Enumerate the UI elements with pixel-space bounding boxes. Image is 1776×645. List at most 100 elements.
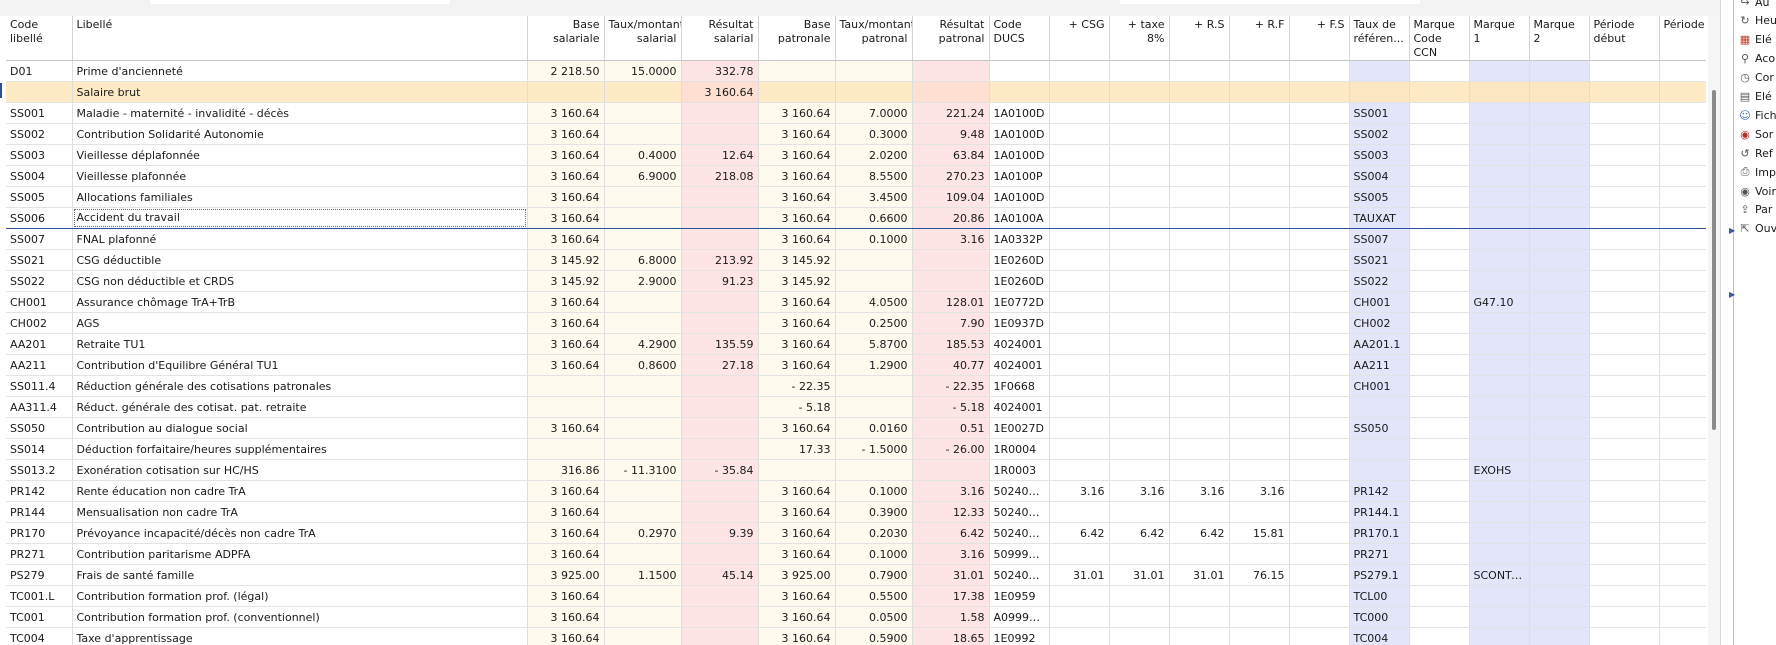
cell-periode-debut[interactable] [1589,207,1660,229]
cell-res-pat[interactable]: 221.24 [912,102,990,124]
cell-res-sal[interactable] [681,396,759,418]
cell-code[interactable]: SS050 [6,417,73,439]
cell-rf[interactable] [1229,186,1290,208]
cell-rs[interactable] [1169,438,1230,460]
cell-marque1[interactable]: SCONTC... [1469,564,1530,586]
cell-taux-sal[interactable]: 6.9000 [604,165,682,187]
side-menu-item[interactable]: ▦ Elé [1738,31,1776,49]
cell-ducs[interactable] [989,81,1050,103]
cell-csg[interactable]: 31.01 [1049,564,1110,586]
cell-taux-sal[interactable] [604,585,682,607]
table-row[interactable]: D01 Prime d'ancienneté 2 218.50 15.0000 332.… [6,60,1706,82]
cell-csg[interactable] [1049,459,1110,481]
cell-taux-ref[interactable]: TCL00 [1349,585,1410,607]
cell-base-sal[interactable]: 3 160.64 [527,585,605,607]
cell-taux-sal[interactable]: 4.2900 [604,333,682,355]
cell-marque-ccn[interactable] [1409,228,1470,250]
cell-rf[interactable] [1229,249,1290,271]
cell-fs[interactable] [1289,480,1350,502]
cell-marque-ccn[interactable] [1409,606,1470,628]
cell-periode-debut[interactable] [1589,144,1660,166]
cell-taux-ref[interactable]: TC004 [1349,627,1410,645]
cell-taux-ref[interactable]: SS022 [1349,270,1410,292]
column-header-marque-ccn[interactable]: Marque Code CCN [1409,16,1470,61]
cell-res-sal[interactable] [681,543,759,565]
table-row[interactable]: CH002 AGS 3 160.64 3 160.64 0.2500 7.90 1E0937… [6,312,1706,334]
cell-marque2[interactable] [1529,543,1590,565]
cell-libelle[interactable]: Vieillesse plafonnée [72,165,528,187]
cell-periode-debut[interactable] [1589,333,1660,355]
cell-periode-fin[interactable] [1659,396,1706,418]
cell-rf[interactable] [1229,606,1290,628]
cell-taux-ref[interactable]: SS005 [1349,186,1410,208]
cell-fs[interactable] [1289,585,1350,607]
table-row[interactable]: TC001.L Contribution formation prof. (lég… [6,585,1706,607]
cell-taux-ref[interactable] [1349,438,1410,460]
cell-res-sal[interactable] [681,123,759,145]
cell-fs[interactable] [1289,543,1350,565]
cell-periode-debut[interactable] [1589,438,1660,460]
cell-marque2[interactable] [1529,333,1590,355]
cell-periode-fin[interactable] [1659,81,1706,103]
cell-periode-debut[interactable] [1589,228,1660,250]
cell-rf[interactable] [1229,375,1290,397]
cell-taux-pat[interactable] [835,81,913,103]
cell-marque2[interactable] [1529,564,1590,586]
cell-base-pat[interactable]: 3 160.64 [758,501,836,523]
cell-base-pat[interactable]: 3 160.64 [758,312,836,334]
cell-code[interactable]: SS022 [6,270,73,292]
cell-libelle[interactable]: Contribution au dialogue social [72,417,528,439]
cell-rs[interactable] [1169,417,1230,439]
cell-rf[interactable]: 3.16 [1229,480,1290,502]
cell-marque2[interactable] [1529,165,1590,187]
side-menu-item[interactable]: ⎙ Imp [1738,163,1776,181]
cell-fs[interactable] [1289,501,1350,523]
cell-code[interactable]: PR142 [6,480,73,502]
cell-res-pat[interactable]: 6.42 [912,522,990,544]
cell-periode-debut[interactable] [1589,585,1660,607]
cell-res-pat[interactable]: - 22.35 [912,375,990,397]
cell-ducs[interactable]: 509999... [989,543,1050,565]
column-header-res-pat[interactable]: Résultat patronal [912,16,990,61]
cell-taux-pat[interactable] [835,459,913,481]
cell-fs[interactable] [1289,312,1350,334]
cell-rf[interactable] [1229,228,1290,250]
cell-marque1[interactable] [1469,123,1530,145]
table-row[interactable]: SS021 CSG déductible 3 145.92 6.8000 213.92 3… [6,249,1706,271]
cell-marque-ccn[interactable] [1409,564,1470,586]
cell-res-sal[interactable]: 213.92 [681,249,759,271]
cell-res-sal[interactable]: 9.39 [681,522,759,544]
cell-marque-ccn[interactable] [1409,585,1470,607]
cell-periode-debut[interactable] [1589,417,1660,439]
table-row[interactable]: PR144 Mensualisation non cadre TrA 3 160.6… [6,501,1706,523]
cell-libelle[interactable]: Taxe d'apprentissage [72,627,528,645]
cell-res-sal[interactable] [681,186,759,208]
cell-res-pat[interactable]: 9.48 [912,123,990,145]
cell-taux-pat[interactable]: 0.1000 [835,543,913,565]
cell-periode-debut[interactable] [1589,627,1660,645]
cell-periode-fin[interactable] [1659,354,1706,376]
cell-base-sal[interactable]: 3 160.64 [527,501,605,523]
cell-marque-ccn[interactable] [1409,459,1470,481]
cell-libelle[interactable]: Mensualisation non cadre TrA [72,501,528,523]
table-row[interactable]: AA311.4 Réduct. générale des cotisat. pat… [6,396,1706,418]
cell-rs[interactable] [1169,627,1230,645]
cell-code[interactable]: SS021 [6,249,73,271]
cell-taux-pat[interactable] [835,249,913,271]
cell-libelle[interactable]: CSG non déductible et CRDS [72,270,528,292]
cell-periode-debut[interactable] [1589,480,1660,502]
cell-fs[interactable] [1289,354,1350,376]
cell-res-pat[interactable] [912,249,990,271]
cell-base-sal[interactable] [527,375,605,397]
cell-taux-sal[interactable]: - 11.3100 [604,459,682,481]
cell-taux-sal[interactable]: 6.8000 [604,249,682,271]
cell-rs[interactable] [1169,459,1230,481]
cell-csg[interactable] [1049,144,1110,166]
cell-marque2[interactable] [1529,270,1590,292]
cell-code[interactable]: AA211 [6,354,73,376]
cell-fs[interactable] [1289,333,1350,355]
expand-arrow-icon[interactable]: ▶ [1729,226,1735,235]
cell-rs[interactable] [1169,585,1230,607]
cell-rs[interactable] [1169,543,1230,565]
cell-code[interactable]: SS005 [6,186,73,208]
